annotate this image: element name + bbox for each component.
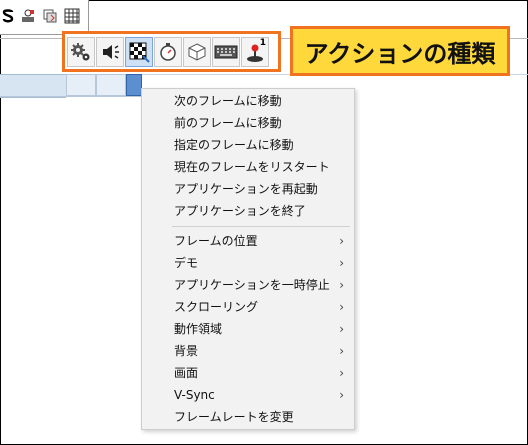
submenu-arrow-icon: › bbox=[339, 366, 344, 380]
grid-header bbox=[0, 74, 66, 98]
top-toolbar bbox=[0, 0, 89, 35]
submenu-arrow-icon: › bbox=[339, 300, 344, 314]
submenu-arrow-icon: › bbox=[339, 344, 344, 358]
layers-icon[interactable] bbox=[42, 8, 58, 24]
table-grid-icon[interactable] bbox=[64, 8, 80, 24]
menu-item-label: 背景 bbox=[174, 344, 199, 358]
callout-label: アクションの種類 bbox=[290, 26, 510, 76]
menu-item-label: フレームレートを変更 bbox=[174, 410, 294, 424]
context-menu: 次のフレームに移動 前のフレームに移動 指定のフレームに移動 現在のフレームをリ… bbox=[141, 88, 355, 430]
grid-cell-selected[interactable] bbox=[126, 74, 142, 96]
menu-item-label: スクローリング bbox=[174, 300, 259, 314]
menu-separator bbox=[172, 226, 350, 227]
menu-item-restart-frame[interactable]: 現在のフレームをリスタート bbox=[142, 156, 354, 178]
stopwatch-icon[interactable] bbox=[154, 36, 182, 67]
joystick-badge: 1 bbox=[259, 37, 266, 48]
menu-item-screen[interactable]: 画面 › bbox=[142, 362, 354, 384]
menu-item-next-frame[interactable]: 次のフレームに移動 bbox=[142, 90, 354, 112]
menu-item-label: V-Sync bbox=[174, 388, 215, 402]
grid-cell[interactable] bbox=[96, 74, 126, 96]
callout-text: アクションの種類 bbox=[304, 39, 496, 68]
bold-s-icon[interactable] bbox=[0, 8, 16, 24]
grid-cell[interactable] bbox=[66, 74, 96, 96]
menu-item-pause-app[interactable]: アプリケーションを一時停止 › bbox=[142, 274, 354, 296]
menu-item-vsync[interactable]: V-Sync › bbox=[142, 384, 354, 406]
menu-item-play-area[interactable]: 動作領域 › bbox=[142, 318, 354, 340]
stamp-icon[interactable] bbox=[20, 8, 36, 24]
speaker-icon[interactable] bbox=[96, 36, 124, 67]
gear-icon[interactable] bbox=[67, 36, 95, 67]
menu-item-background[interactable]: 背景 › bbox=[142, 340, 354, 362]
menu-item-label: 次のフレームに移動 bbox=[174, 94, 282, 108]
menu-item-label: アプリケーションを終了 bbox=[174, 204, 306, 218]
submenu-arrow-icon: › bbox=[339, 234, 344, 248]
menu-item-demo[interactable]: デモ › bbox=[142, 252, 354, 274]
menu-item-frame-position[interactable]: フレームの位置 › bbox=[142, 230, 354, 252]
submenu-arrow-icon: › bbox=[339, 388, 344, 402]
menu-item-change-framerate[interactable]: フレームレートを変更 bbox=[142, 406, 354, 428]
menu-item-label: デモ bbox=[174, 256, 199, 270]
menu-item-label: 前のフレームに移動 bbox=[174, 116, 282, 130]
menu-item-label: 画面 bbox=[174, 366, 199, 380]
joystick-icon[interactable]: 1 bbox=[241, 36, 269, 67]
menu-item-label: アプリケーションを再起動 bbox=[174, 182, 318, 196]
menu-item-goto-frame[interactable]: 指定のフレームに移動 bbox=[142, 134, 354, 156]
menu-item-scrolling[interactable]: スクローリング › bbox=[142, 296, 354, 318]
checker-frame-icon[interactable] bbox=[125, 36, 153, 67]
submenu-arrow-icon: › bbox=[339, 256, 344, 270]
submenu-arrow-icon: › bbox=[339, 278, 344, 292]
action-icon-bar: 1 bbox=[62, 31, 281, 72]
grid-bottom-line bbox=[0, 96, 142, 97]
box-icon[interactable] bbox=[183, 36, 211, 67]
menu-item-prev-frame[interactable]: 前のフレームに移動 bbox=[142, 112, 354, 134]
menu-item-quit-app[interactable]: アプリケーションを終了 bbox=[142, 200, 354, 222]
menu-item-label: アプリケーションを一時停止 bbox=[174, 278, 330, 292]
menu-item-label: 動作領域 bbox=[174, 322, 223, 336]
menu-item-label: 現在のフレームをリスタート bbox=[174, 160, 330, 174]
keyboard-icon[interactable] bbox=[212, 36, 240, 67]
menu-item-restart-app[interactable]: アプリケーションを再起動 bbox=[142, 178, 354, 200]
menu-item-label: フレームの位置 bbox=[174, 234, 258, 248]
menu-item-label: 指定のフレームに移動 bbox=[174, 138, 294, 152]
submenu-arrow-icon: › bbox=[339, 322, 344, 336]
